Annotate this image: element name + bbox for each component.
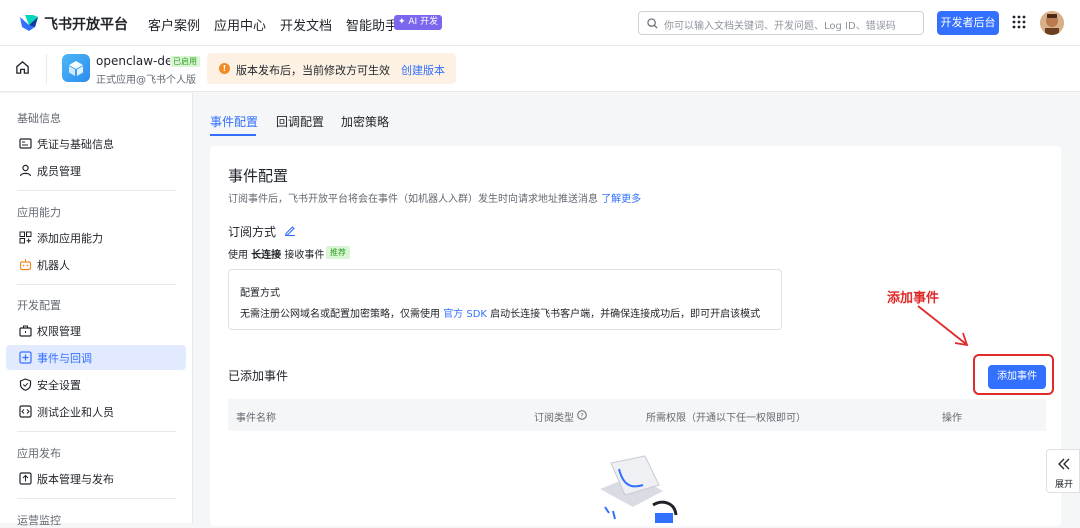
- sidebar-item-bot[interactable]: 机器人: [6, 252, 186, 277]
- nav-customer-cases[interactable]: 客户案例: [148, 15, 200, 34]
- sidebar-item-security[interactable]: 安全设置: [6, 372, 186, 397]
- sidebar-item-label: 凭证与基础信息: [37, 138, 114, 151]
- nav-app-center[interactable]: 应用中心: [214, 15, 266, 34]
- col-event-name: 事件名称: [236, 413, 276, 424]
- divider: [17, 498, 176, 499]
- config-mode-desc: 无需注册公网域名或配置加密策略，仅需使用 官方 SDK 启动长连接飞书客户端，并…: [240, 305, 760, 320]
- sidebar-item-label: 安全设置: [37, 379, 81, 392]
- subscription-mode-desc: 使用 长连接 接收事件: [228, 246, 324, 261]
- config-mode-box: 配置方式 无需注册公网域名或配置加密策略，仅需使用 官方 SDK 启动长连接飞书…: [228, 269, 782, 330]
- ai-dev-badge: ✦ AI 开发: [394, 15, 443, 30]
- divider: [17, 284, 176, 285]
- divider: [46, 54, 47, 84]
- expand-label: 展开: [1054, 480, 1073, 490]
- col-required-permissions: 所需权限（开通以下任一权限即可）: [646, 413, 806, 424]
- user-icon: [19, 164, 32, 177]
- edit-icon[interactable]: [284, 224, 296, 236]
- sidebar-item-permissions[interactable]: 权限管理: [6, 318, 186, 343]
- tab-encryption[interactable]: 加密策略: [341, 113, 389, 130]
- sidebar-item-add-capability[interactable]: 添加应用能力: [6, 225, 186, 250]
- nav-dev-docs[interactable]: 开发文档: [280, 15, 332, 34]
- sidebar-section-capabilities: 应用能力: [17, 206, 61, 219]
- subscription-mode-title: 订阅方式: [228, 225, 277, 239]
- sidebar-item-label: 权限管理: [37, 325, 81, 338]
- search-input[interactable]: 你可以输入文档关键词、开发问题、Log ID、错误码: [638, 11, 924, 35]
- shield-icon: [19, 378, 32, 391]
- tab-event-config[interactable]: 事件配置: [210, 113, 258, 130]
- sidebar-item-test-enterprise[interactable]: 测试企业和人员: [6, 399, 186, 424]
- sidebar: 基础信息 凭证与基础信息 成员管理 应用能力 添加应用能力 机器人 开发配置 权…: [0, 93, 193, 527]
- uses-prefix: 使用: [228, 250, 248, 261]
- sidebar-section-release: 应用发布: [17, 447, 61, 460]
- annotation-arrow-icon: [917, 305, 969, 347]
- search-placeholder: 你可以输入文档关键词、开发问题、Log ID、错误码: [664, 21, 896, 32]
- search-icon: [647, 18, 658, 29]
- sidebar-item-events-callbacks[interactable]: 事件与回调: [6, 345, 186, 370]
- expand-panel-button[interactable]: 展开: [1046, 449, 1080, 493]
- official-sdk-link[interactable]: 官方 SDK: [443, 309, 487, 320]
- grid-plus-icon: [19, 231, 32, 244]
- add-event-button[interactable]: 添加事件: [988, 365, 1046, 389]
- robot-icon: [19, 259, 32, 271]
- sidebar-section-dev-config: 开发配置: [17, 299, 61, 312]
- create-version-link[interactable]: 创建版本: [401, 62, 445, 78]
- app-icon: [62, 54, 90, 82]
- app-grid-icon[interactable]: [1012, 15, 1026, 29]
- recommend-badge: 推荐: [326, 246, 350, 259]
- sidebar-section-basic: 基础信息: [17, 112, 61, 125]
- events-table-header: 事件名称 订阅类型 ? 所需权限（开通以下任一权限即可） 操作: [228, 399, 1046, 431]
- learn-more-link[interactable]: 了解更多: [601, 194, 641, 205]
- divider: [17, 431, 176, 432]
- home-icon[interactable]: [15, 60, 30, 75]
- sidebar-item-members[interactable]: 成员管理: [6, 158, 186, 183]
- desc-text: 订阅事件后，飞书开放平台将会在事件（如机器人入群）发生时向请求地址推送消息: [228, 194, 598, 205]
- code-box-icon: [19, 405, 32, 418]
- app-name[interactable]: openclaw-dev: [96, 54, 179, 68]
- sidebar-item-label: 事件与回调: [37, 352, 92, 365]
- event-icon: [19, 351, 32, 364]
- sidebar-item-credentials[interactable]: 凭证与基础信息: [6, 131, 186, 156]
- sidebar-item-label: 机器人: [37, 259, 70, 272]
- release-notice: ! 版本发布后，当前修改方可生效 创建版本: [207, 53, 456, 84]
- app-subtitle: 正式应用@飞书个人版: [96, 75, 196, 86]
- added-events-title: 已添加事件: [228, 369, 289, 383]
- developer-console-button[interactable]: 开发者后台: [937, 11, 999, 35]
- nav-ai-assistant[interactable]: 智能助手: [346, 15, 398, 34]
- sidebar-item-label: 测试企业和人员: [37, 406, 114, 419]
- warning-icon: !: [219, 63, 230, 74]
- long-connection-label: 长连接: [251, 250, 282, 261]
- config-mode-title: 配置方式: [240, 288, 280, 299]
- cfg-desc-2: 启动长连接飞书客户端，并确保连接成功后，即可开启该模式: [490, 309, 761, 320]
- empty-state-illustration-icon: [600, 455, 678, 523]
- cfg-desc-1: 无需注册公网域名或配置加密策略，仅需使用: [240, 309, 440, 320]
- top-nav: 飞书开放平台 客户案例 应用中心 开发文档 智能助手 ✦ AI 开发 你可以输入…: [0, 0, 1080, 46]
- upload-icon: [19, 472, 32, 485]
- active-tab-indicator: [210, 134, 256, 136]
- tab-callback-config[interactable]: 回调配置: [276, 113, 324, 130]
- divider: [17, 190, 176, 191]
- col-actions: 操作: [942, 413, 962, 424]
- help-icon[interactable]: ?: [577, 410, 587, 420]
- feishu-logo-icon[interactable]: [18, 13, 40, 33]
- brand-title[interactable]: 飞书开放平台: [44, 14, 128, 34]
- sidebar-item-label: 版本管理与发布: [37, 473, 114, 486]
- col-subscription-type: 订阅类型: [534, 413, 574, 424]
- sidebar-item-label: 成员管理: [37, 165, 81, 178]
- sidebar-section-monitoring: 运营监控: [17, 514, 61, 527]
- sidebar-item-label: 添加应用能力: [37, 232, 103, 245]
- notice-text: 版本发布后，当前修改方可生效: [236, 64, 390, 77]
- page-title: 事件配置: [228, 167, 289, 185]
- page-description: 订阅事件后，飞书开放平台将会在事件（如机器人入群）发生时向请求地址推送消息 了解…: [228, 190, 641, 205]
- uses-suffix: 接收事件: [284, 250, 325, 261]
- user-avatar[interactable]: [1040, 11, 1064, 35]
- svg-text:?: ?: [580, 412, 583, 420]
- double-chevron-left-icon: [1058, 458, 1070, 470]
- id-card-icon: [19, 138, 32, 149]
- status-badge: 已启用: [170, 56, 200, 67]
- sidebar-item-version-release[interactable]: 版本管理与发布: [6, 466, 186, 491]
- briefcase-icon: [19, 325, 32, 337]
